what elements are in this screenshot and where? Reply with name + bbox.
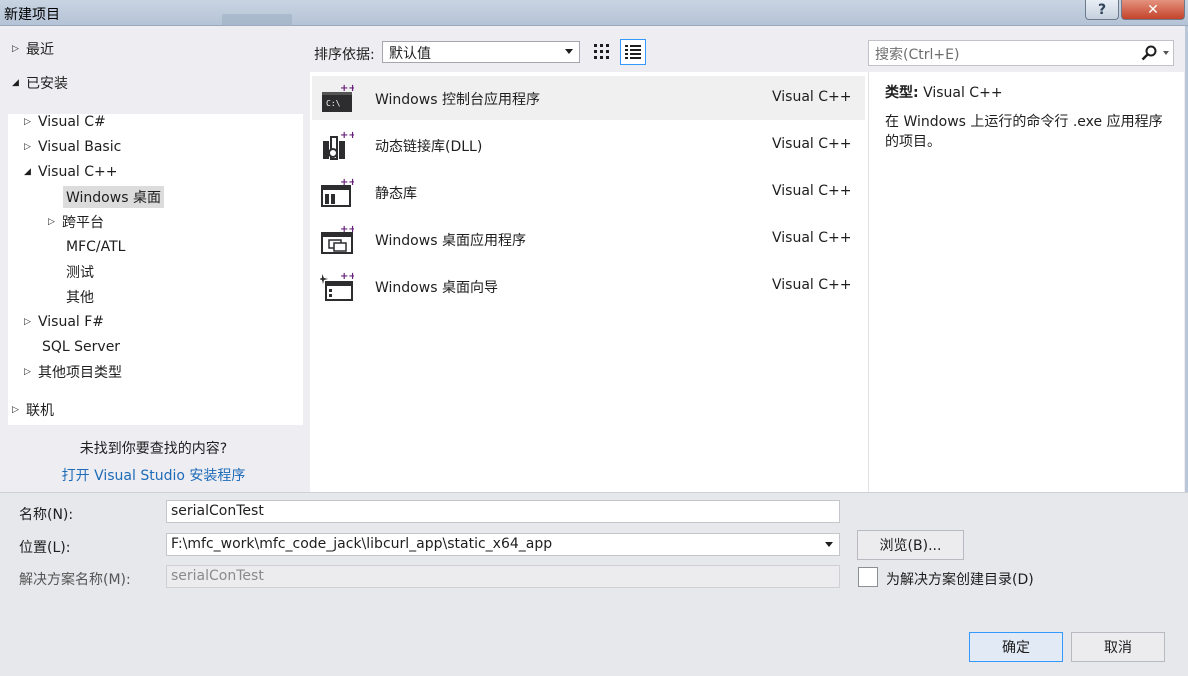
svg-text:C:\: C:\: [326, 99, 341, 108]
chevron-down-icon[interactable]: [825, 542, 833, 547]
svg-text:++: ++: [340, 177, 354, 188]
expand-arrow-icon: ▷: [24, 367, 31, 377]
template-language: Visual C++: [772, 277, 852, 293]
collapse-arrow-icon: ◢: [24, 167, 31, 177]
search-options-chevron-icon[interactable]: [1163, 51, 1169, 55]
tree-node-cross-platform[interactable]: ▷ 跨平台: [48, 211, 104, 233]
tree-node-test[interactable]: 测试: [66, 261, 94, 283]
template-language: Visual C++: [772, 183, 852, 199]
tree-node-other-project-types[interactable]: ▷ 其他项目类型: [24, 361, 122, 383]
template-description: 在 Windows 上运行的命令行 .exe 应用程序的项目。: [885, 114, 1163, 150]
sort-label: 排序依据:: [314, 47, 375, 63]
svg-text:++: ++: [340, 271, 354, 282]
search-input[interactable]: 搜索(Ctrl+E): [868, 40, 1174, 66]
help-button[interactable]: ?: [1085, 0, 1119, 20]
template-row-desktop-wizard[interactable]: ++ Windows 桌面向导 Visual C++: [312, 264, 865, 308]
tree-node-visual-csharp[interactable]: ▷ Visual C#: [24, 111, 106, 133]
static-library-icon: ++: [321, 177, 354, 207]
tree-node-recent[interactable]: ▷ 最近: [12, 38, 54, 60]
template-row-desktop-app[interactable]: ++ Windows 桌面应用程序 Visual C++: [312, 217, 865, 261]
sort-dropdown[interactable]: 默认值: [382, 41, 580, 63]
expand-arrow-icon: ▷: [24, 142, 31, 152]
template-name: 静态库: [375, 186, 417, 202]
list-view-icon: [625, 45, 641, 59]
svg-text:++: ++: [340, 130, 354, 141]
expand-arrow-icon: ▷: [24, 117, 31, 127]
location-label: 位置(L):: [19, 540, 71, 556]
tree-node-other[interactable]: 其他: [66, 286, 94, 308]
chevron-down-icon: [565, 49, 573, 54]
search-icon: [1141, 45, 1157, 61]
sort-toolbar: 排序依据: 默认值: [312, 38, 862, 66]
desktop-wizard-icon: ++: [320, 271, 354, 301]
template-row-static-library[interactable]: ++ 静态库 Visual C++: [312, 170, 865, 214]
tree-node-sql-server[interactable]: SQL Server: [42, 336, 120, 358]
template-type: 类型: Visual C++: [885, 82, 1003, 102]
close-button[interactable]: ✕: [1121, 0, 1185, 20]
type-label: 类型:: [885, 85, 919, 101]
expand-arrow-icon: ▷: [48, 217, 55, 227]
location-combobox[interactable]: F:\mfc_work\mfc_code_jack\libcurl_app\st…: [166, 533, 840, 556]
expand-arrow-icon: ▷: [24, 317, 31, 327]
title-bar: 新建项目: [0, 0, 1188, 26]
tree-node-mfc-atl[interactable]: MFC/ATL: [66, 236, 125, 258]
desktop-app-icon: ++: [321, 224, 354, 254]
tree-node-windows-desktop[interactable]: Windows 桌面: [63, 186, 164, 208]
location-value: F:\mfc_work\mfc_code_jack\libcurl_app\st…: [171, 536, 553, 552]
template-language: Visual C++: [772, 89, 852, 105]
template-info-panel: 类型: Visual C++ 在 Windows 上运行的命令行 .exe 应用…: [868, 72, 1184, 492]
expand-arrow-icon: ▷: [12, 405, 19, 415]
cancel-button[interactable]: 取消: [1071, 632, 1165, 662]
template-tree-panel: ▷ 最近 ◢ 已安装 ▷ Visual C# ▷ Visual Basic ◢ …: [4, 32, 303, 490]
installed-tree-section: ▷ Visual C# ▷ Visual Basic ◢ Visual C++ …: [8, 114, 303, 425]
tree-node-installed[interactable]: ◢ 已安装: [12, 72, 68, 94]
open-installer-link[interactable]: 打开 Visual Studio 安装程序: [4, 465, 303, 485]
tree-node-visual-cpp[interactable]: ◢ Visual C++: [24, 161, 117, 183]
sort-value: 默认值: [389, 46, 431, 62]
template-name: 动态链接库(DLL): [375, 139, 483, 155]
collapse-arrow-icon: ◢: [12, 78, 19, 88]
tree-node-visual-basic[interactable]: ▷ Visual Basic: [24, 136, 121, 158]
window-title: 新建项目: [4, 7, 60, 23]
dll-icon: ++: [323, 130, 354, 160]
background-tab-ghost: [222, 14, 292, 26]
solution-name-input: serialConTest: [166, 565, 840, 588]
grid-view-button[interactable]: [589, 39, 615, 65]
template-name: Windows 桌面向导: [375, 280, 498, 296]
search-placeholder: 搜索(Ctrl+E): [875, 47, 960, 63]
name-input[interactable]: serialConTest: [166, 500, 840, 523]
not-found-hint: 未找到你要查找的内容?: [79, 441, 228, 457]
template-list: C:\ ++ Windows 控制台应用程序 Visual C++ ++ 动态链…: [310, 72, 868, 492]
grid-view-icon: [594, 44, 609, 59]
list-view-button[interactable]: [620, 39, 646, 65]
console-app-icon: C:\ ++: [322, 83, 354, 112]
tree-node-visual-fsharp[interactable]: ▷ Visual F#: [24, 311, 104, 333]
template-name: Windows 桌面应用程序: [375, 233, 526, 249]
template-row-console-app[interactable]: C:\ ++ Windows 控制台应用程序 Visual C++: [312, 76, 865, 120]
tree-node-online[interactable]: ▷ 联机: [12, 399, 54, 421]
svg-text:++: ++: [340, 224, 354, 235]
template-name: Windows 控制台应用程序: [375, 92, 540, 108]
ok-button[interactable]: 确定: [969, 632, 1063, 662]
template-language: Visual C++: [772, 230, 852, 246]
browse-button[interactable]: 浏览(B)...: [857, 530, 964, 560]
solution-name-label: 解决方案名称(M):: [19, 572, 131, 588]
create-directory-label: 为解决方案创建目录(D): [886, 572, 1034, 588]
type-value: Visual C++: [923, 85, 1003, 101]
expand-arrow-icon: ▷: [12, 44, 19, 54]
name-label: 名称(N):: [19, 507, 74, 523]
template-row-dll[interactable]: ++ 动态链接库(DLL) Visual C++: [312, 123, 865, 167]
create-directory-checkbox[interactable]: [858, 567, 878, 587]
template-language: Visual C++: [772, 136, 852, 152]
svg-text:++: ++: [340, 83, 354, 94]
